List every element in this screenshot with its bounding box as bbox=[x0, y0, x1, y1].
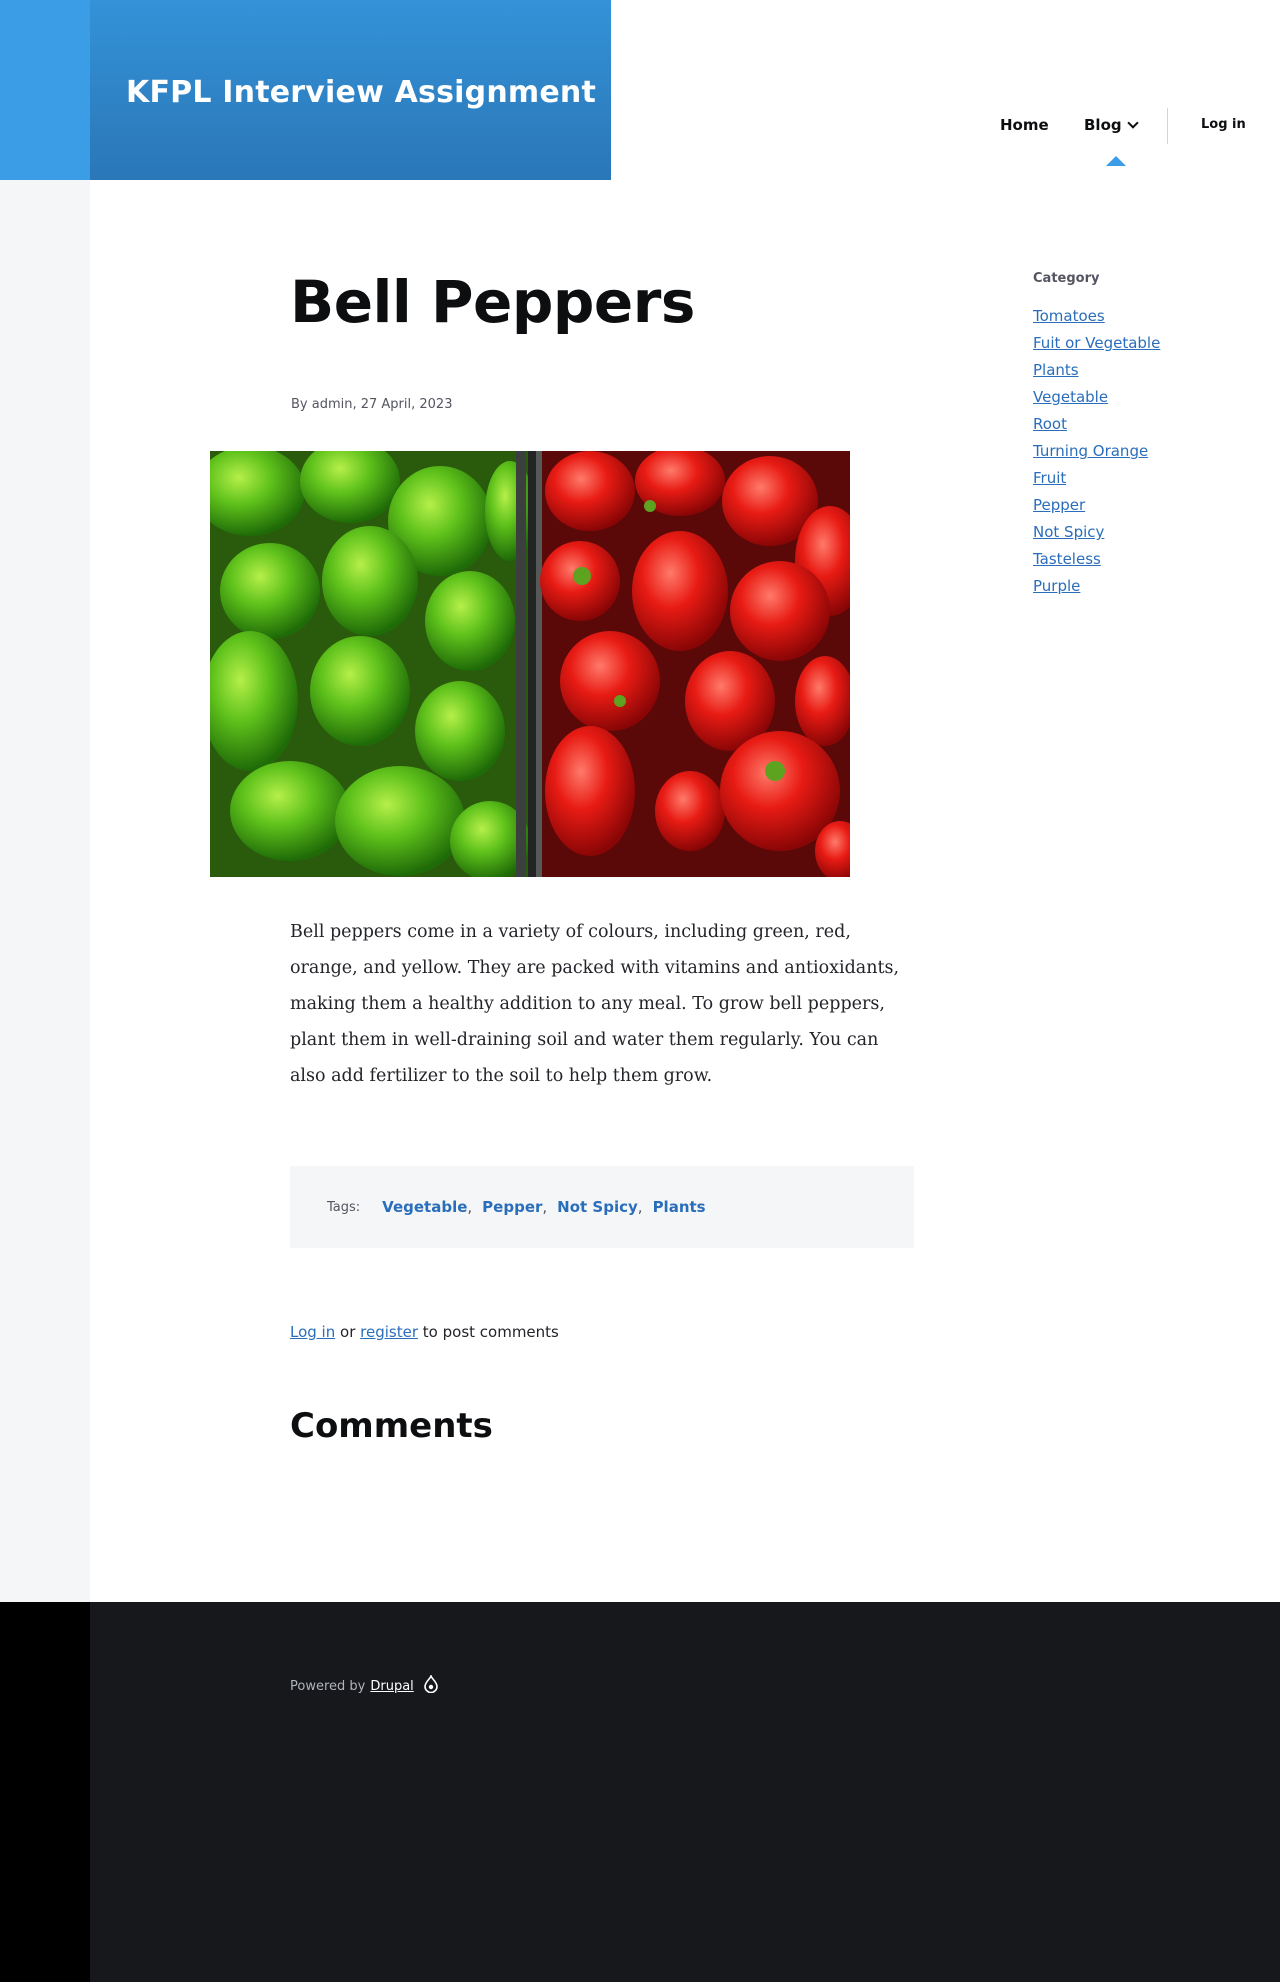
category-item: Turning Orange bbox=[1033, 441, 1160, 468]
login-link[interactable]: Log in bbox=[1201, 117, 1246, 132]
bell-peppers-image bbox=[210, 451, 850, 877]
category-item: Purple bbox=[1033, 576, 1160, 603]
category-link-root[interactable]: Root bbox=[1033, 415, 1067, 433]
left-gutter bbox=[0, 0, 90, 1602]
comment-login-note: Log in or register to post comments bbox=[290, 1323, 559, 1341]
active-nav-indicator bbox=[1106, 156, 1126, 166]
article-body: Bell peppers come in a variety of colour… bbox=[290, 922, 900, 1086]
tag-not-spicy[interactable]: Not Spicy bbox=[557, 1198, 638, 1216]
category-link-plants[interactable]: Plants bbox=[1033, 361, 1079, 379]
comment-suffix-text: to post comments bbox=[422, 1323, 559, 1341]
site-name-link[interactable]: KFPL Interview Assignment bbox=[126, 75, 596, 110]
tags-bar: Tags: Vegetable, Pepper, Not Spicy, Plan… bbox=[290, 1166, 914, 1248]
tag-separator: , bbox=[637, 1198, 643, 1216]
chevron-down-icon bbox=[1126, 116, 1139, 129]
category-item: Vegetable bbox=[1033, 387, 1160, 414]
category-item: Not Spicy bbox=[1033, 522, 1160, 549]
category-item: Plants bbox=[1033, 360, 1160, 387]
article-meta: By admin, 27 April, 2023 bbox=[291, 397, 453, 412]
comment-login-link[interactable]: Log in bbox=[290, 1323, 335, 1341]
category-item: Tasteless bbox=[1033, 549, 1160, 576]
category-link-vegetable[interactable]: Vegetable bbox=[1033, 388, 1108, 406]
site-footer bbox=[90, 1602, 1280, 1982]
category-link-fruit[interactable]: Fruit bbox=[1033, 469, 1066, 487]
category-link-fuit-or-vegetable[interactable]: Fuit or Vegetable bbox=[1033, 334, 1160, 352]
tags-label: Tags: bbox=[327, 1199, 361, 1215]
tag-vegetable[interactable]: Vegetable bbox=[382, 1198, 467, 1216]
category-link-turning-orange[interactable]: Turning Orange bbox=[1033, 442, 1148, 460]
comment-register-link[interactable]: register bbox=[360, 1323, 418, 1341]
article-image bbox=[210, 451, 850, 877]
footer-gutter bbox=[0, 1602, 90, 1982]
tag-plants[interactable]: Plants bbox=[653, 1198, 706, 1216]
header-accent-strip bbox=[0, 0, 90, 180]
category-item: Fruit bbox=[1033, 468, 1160, 495]
category-item: Pepper bbox=[1033, 495, 1160, 522]
nav-home-link[interactable]: Home bbox=[1000, 116, 1049, 134]
category-item: Tomatoes bbox=[1033, 306, 1160, 333]
category-link-tomatoes[interactable]: Tomatoes bbox=[1033, 307, 1105, 325]
category-item: Fuit or Vegetable bbox=[1033, 333, 1160, 360]
drupal-icon bbox=[423, 1673, 438, 1697]
category-list: Tomatoes Fuit or Vegetable Plants Vegeta… bbox=[1033, 306, 1160, 603]
tag-separator: , bbox=[542, 1198, 548, 1216]
tag-separator: , bbox=[467, 1198, 473, 1216]
site-branding: KFPL Interview Assignment bbox=[90, 0, 611, 180]
comment-or-text: or bbox=[340, 1323, 356, 1341]
nav-blog-link[interactable]: Blog bbox=[1084, 116, 1139, 134]
powered-by-text: Powered by bbox=[290, 1678, 366, 1694]
category-link-tasteless[interactable]: Tasteless bbox=[1033, 550, 1101, 568]
powered-by: Powered by Drupal bbox=[290, 1673, 438, 1697]
category-link-purple[interactable]: Purple bbox=[1033, 577, 1080, 595]
drupal-link[interactable]: Drupal bbox=[370, 1679, 413, 1694]
comments-heading: Comments bbox=[290, 1406, 493, 1446]
category-item: Root bbox=[1033, 414, 1160, 441]
page-title: Bell Peppers bbox=[290, 268, 695, 336]
nav-divider bbox=[1167, 108, 1168, 144]
category-link-pepper[interactable]: Pepper bbox=[1033, 496, 1085, 514]
category-link-not-spicy[interactable]: Not Spicy bbox=[1033, 523, 1104, 541]
nav-blog-label: Blog bbox=[1084, 116, 1122, 134]
sidebar-heading: Category bbox=[1033, 271, 1100, 286]
tag-pepper[interactable]: Pepper bbox=[482, 1198, 542, 1216]
